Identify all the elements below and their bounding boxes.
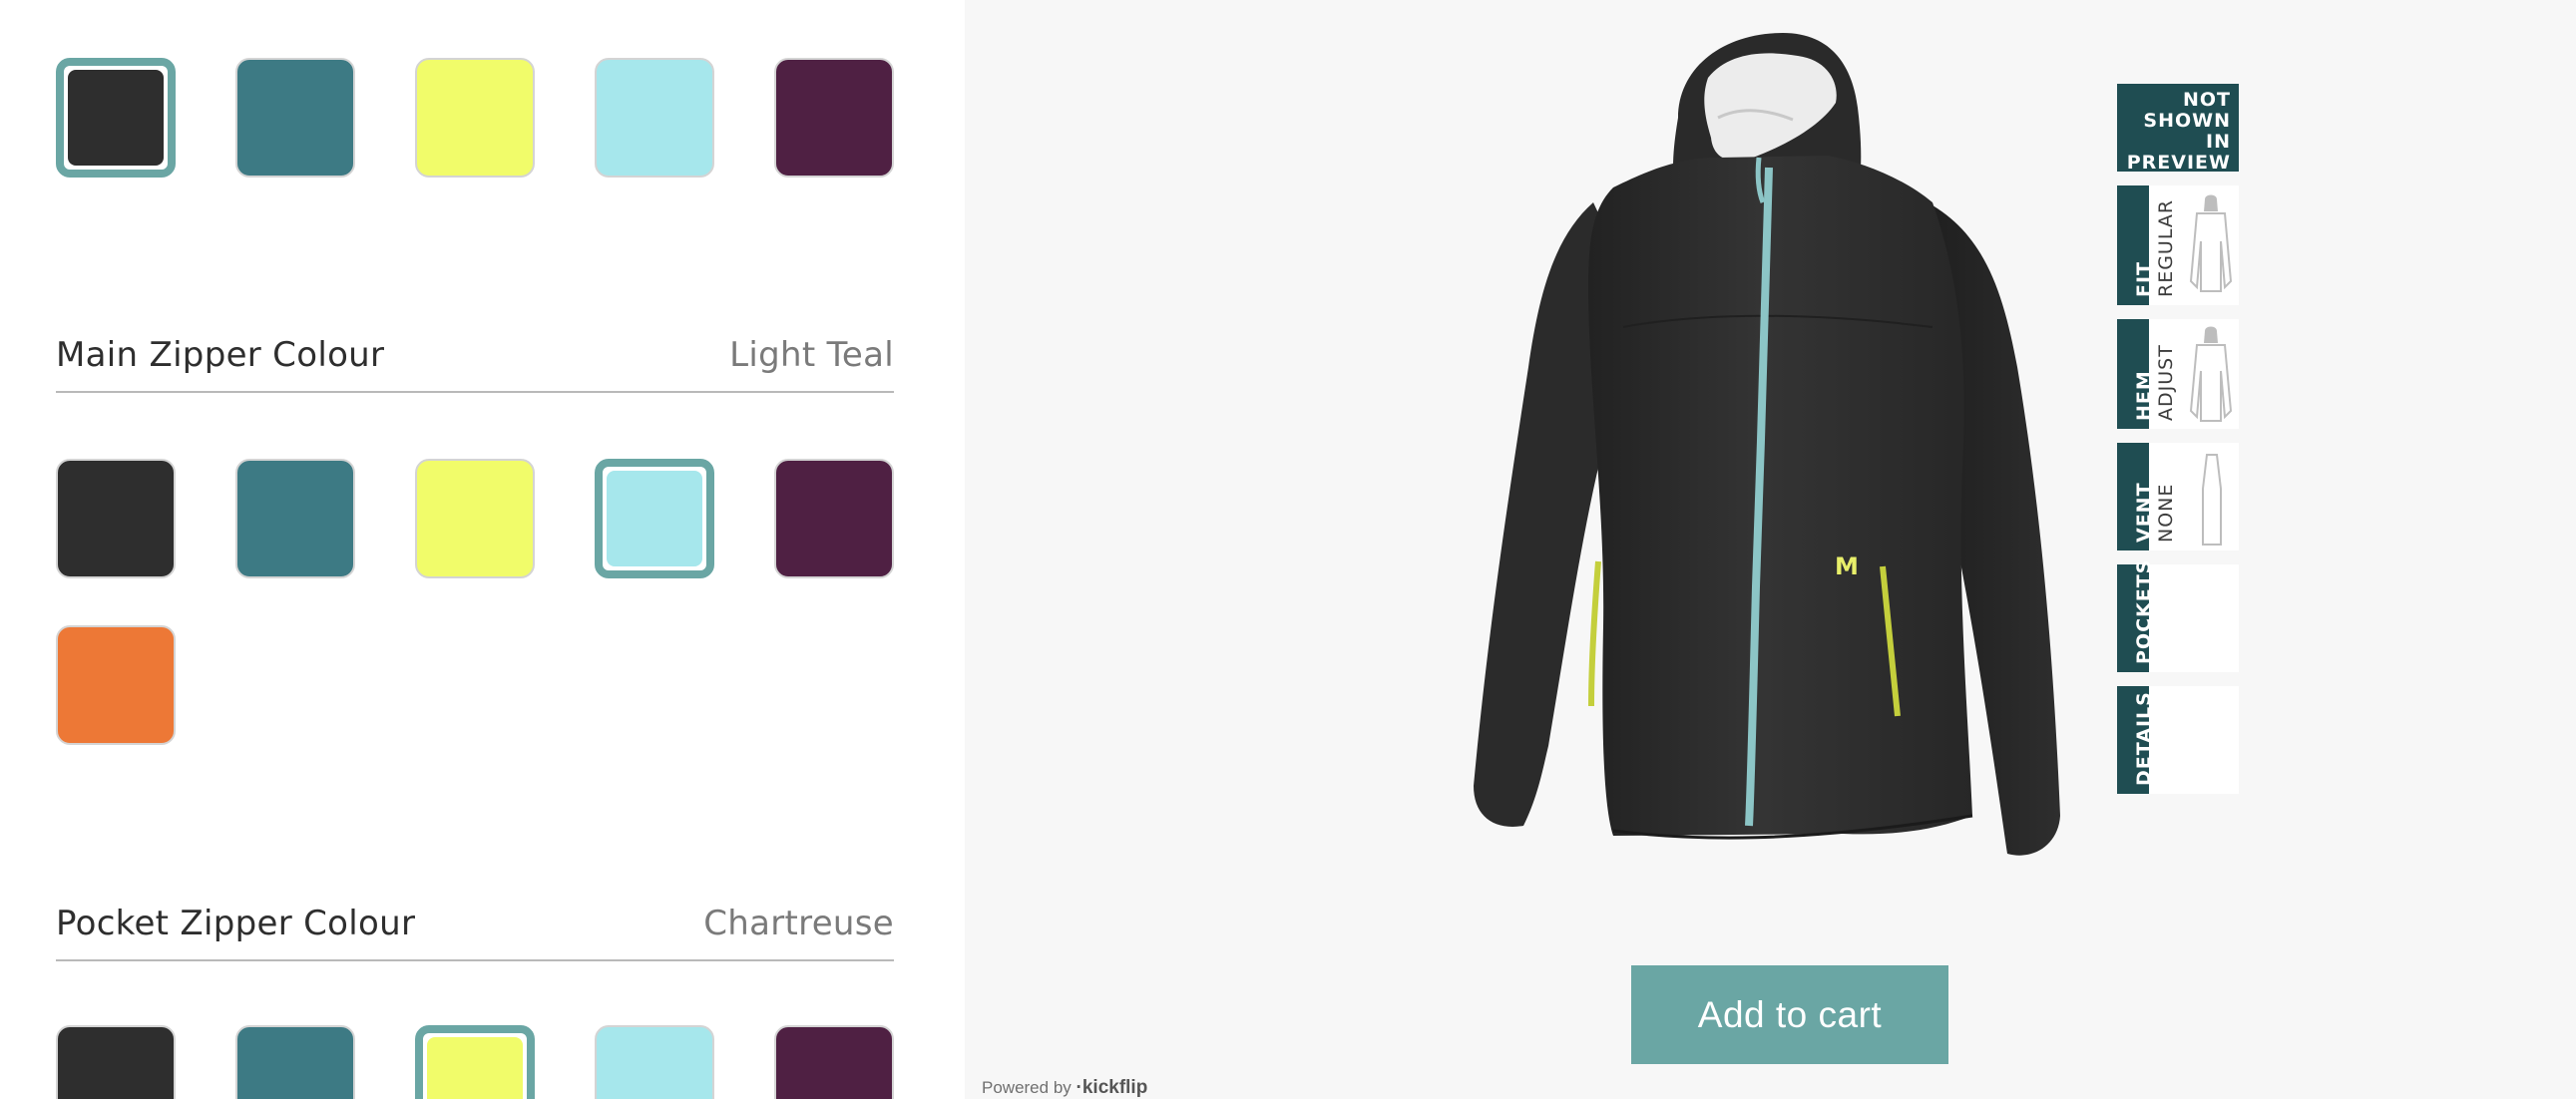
- fit-card[interactable]: FIT REGULAR: [2117, 185, 2239, 305]
- jacket-hem-icon: [2189, 326, 2233, 422]
- powered-by-footer[interactable]: Powered by ·kickflip: [982, 1077, 1147, 1099]
- swatch-plum[interactable]: [774, 58, 894, 178]
- pockets-tab: POCKETS: [2117, 559, 2155, 672]
- swatch-light-teal[interactable]: [595, 58, 714, 178]
- vent-card[interactable]: VENT NONE: [2117, 443, 2239, 550]
- not-shown-in-preview-label: NOT SHOWN IN PREVIEW: [2117, 84, 2239, 174]
- pocket-zipper-header: Pocket Zipper Colour Chartreuse: [56, 898, 894, 961]
- vent-tab: VENT: [2117, 443, 2155, 550]
- swatch-light-teal[interactable]: [595, 1025, 714, 1099]
- configurator-page: Main Zipper Colour Light Teal Pocket Zip…: [0, 0, 2576, 1099]
- hem-tab: HEM: [2117, 319, 2155, 429]
- top-swatch-row: [56, 58, 894, 180]
- swatch-black[interactable]: [56, 1025, 176, 1099]
- details-tab: DETAILS: [2117, 686, 2155, 794]
- swatch-teal[interactable]: [235, 1025, 355, 1099]
- swatch-plum[interactable]: [774, 459, 894, 578]
- swatch-teal[interactable]: [235, 58, 355, 178]
- swatch-orange[interactable]: [56, 625, 176, 745]
- svg-text:M: M: [1835, 552, 1859, 580]
- jacket-regular-icon: [2189, 194, 2233, 292]
- add-to-cart-button[interactable]: Add to cart: [1631, 965, 1948, 1064]
- options-panel: Main Zipper Colour Light Teal Pocket Zip…: [0, 0, 965, 1099]
- swatch-chartreuse[interactable]: [415, 459, 535, 578]
- main-zipper-value: Light Teal: [729, 335, 894, 375]
- details-card[interactable]: DETAILS: [2117, 686, 2239, 794]
- hem-value: ADJUST: [2155, 344, 2177, 421]
- swatch-chartreuse[interactable]: [415, 1025, 535, 1099]
- fit-tab: FIT: [2117, 185, 2155, 305]
- pocket-zipper-title: Pocket Zipper Colour: [56, 904, 416, 943]
- pocket-zipper-swatches: [56, 1025, 894, 1099]
- pockets-card[interactable]: POCKETS: [2117, 559, 2239, 672]
- main-zipper-swatches: [56, 459, 894, 748]
- swatch-teal[interactable]: [235, 459, 355, 578]
- jacket-preview-image[interactable]: M: [1464, 28, 2072, 871]
- swatch-black[interactable]: [56, 58, 176, 178]
- hem-card[interactable]: HEM ADJUST: [2117, 319, 2239, 429]
- main-zipper-title: Main Zipper Colour: [56, 335, 385, 375]
- swatch-black[interactable]: [56, 459, 176, 578]
- product-preview: M NOT SHOWN IN PREVIEW FIT REGULAR HEM A…: [965, 0, 2576, 1099]
- main-zipper-header: Main Zipper Colour Light Teal: [56, 329, 894, 393]
- swatch-plum[interactable]: [774, 1025, 894, 1099]
- vent-value: NONE: [2155, 483, 2177, 543]
- swatch-chartreuse[interactable]: [415, 58, 535, 178]
- fit-value: REGULAR: [2155, 198, 2177, 297]
- jacket-vent-icon: [2202, 454, 2222, 546]
- swatch-light-teal[interactable]: [595, 459, 714, 578]
- pocket-zipper-value: Chartreuse: [703, 904, 894, 943]
